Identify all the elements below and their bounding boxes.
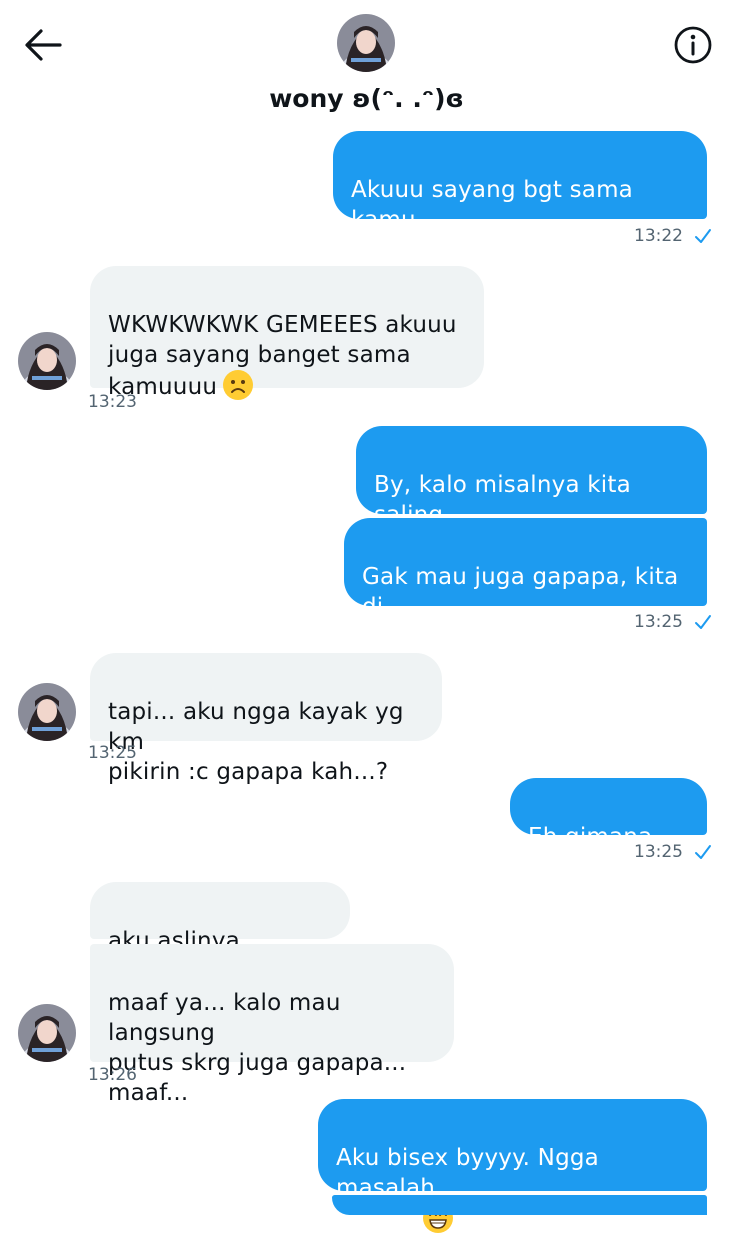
sender-avatar[interactable] xyxy=(18,1004,76,1062)
message-bubble-outgoing[interactable]: Gak mau juga gapapa, kita di sini aja xyxy=(344,518,707,650)
contact-avatar[interactable] xyxy=(337,14,395,72)
message-text: Akuuu sayang bgt sama kamu lohhhh xyxy=(351,177,633,263)
message-text: tapi... aku ngga kayak yg km pikirin :c … xyxy=(108,699,404,785)
message-text: WKWKWKWK GEMEEES akuuu juga sayang bange… xyxy=(108,312,457,400)
read-check-icon xyxy=(695,615,712,629)
message-timestamp: 13:25 xyxy=(634,842,712,862)
message-timestamp: 13:23 xyxy=(88,392,137,412)
message-text: Gak mau juga gapapa, kita di sini aja xyxy=(362,564,679,650)
read-check-icon xyxy=(695,229,712,243)
message-bubble-outgoing[interactable]: By, kalo misalnya kita saling tukeran rl… xyxy=(356,426,707,558)
message-timestamp: 13:26 xyxy=(88,1065,137,1085)
message-text: maaf ya... kalo mau langsung putus skrg … xyxy=(108,990,407,1106)
back-button[interactable] xyxy=(22,26,64,64)
message-bubble-outgoing[interactable]: Akuuu sayang bgt sama kamu lohhhh xyxy=(333,131,707,263)
avatar-image-icon xyxy=(18,332,76,390)
message-timestamp: 13:25 xyxy=(634,612,712,632)
message-bubble-incoming[interactable]: WKWKWKWK GEMEEES akuuu juga sayang bange… xyxy=(90,266,484,400)
message-bubble-outgoing[interactable] xyxy=(332,1195,707,1215)
sender-avatar[interactable] xyxy=(18,332,76,390)
conversation-info-button[interactable] xyxy=(672,24,714,66)
message-bubble-incoming[interactable]: aku aslinya cowok... xyxy=(90,882,350,984)
message-bubble-outgoing[interactable]: Eh gimana by? xyxy=(510,778,707,880)
arrow-left-icon xyxy=(25,29,62,61)
sender-avatar[interactable] xyxy=(18,683,76,741)
message-bubble-incoming[interactable]: tapi... aku ngga kayak yg km pikirin :c … xyxy=(90,653,442,785)
message-bubble-incoming[interactable]: maaf ya... kalo mau langsung putus skrg … xyxy=(90,944,454,1106)
message-bubble-outgoing[interactable]: Aku bisex byyyy. Ngga masalah buatku xyxy=(318,1099,707,1233)
read-check-icon xyxy=(695,845,712,859)
message-timestamp: 13:22 xyxy=(634,226,712,246)
contact-name[interactable]: wony ʚ(ᵔ. .ᵔ)ɞ xyxy=(0,84,733,113)
avatar-image-icon xyxy=(18,1004,76,1062)
message-timestamp: 13:25 xyxy=(88,743,137,763)
avatar-image-icon xyxy=(337,14,395,72)
message-text: Aku bisex byyyy. Ngga masalah buatku xyxy=(336,1145,599,1233)
frowning-face-emoji xyxy=(223,370,254,400)
info-circle-icon xyxy=(674,26,712,64)
avatar-image-icon xyxy=(18,683,76,741)
